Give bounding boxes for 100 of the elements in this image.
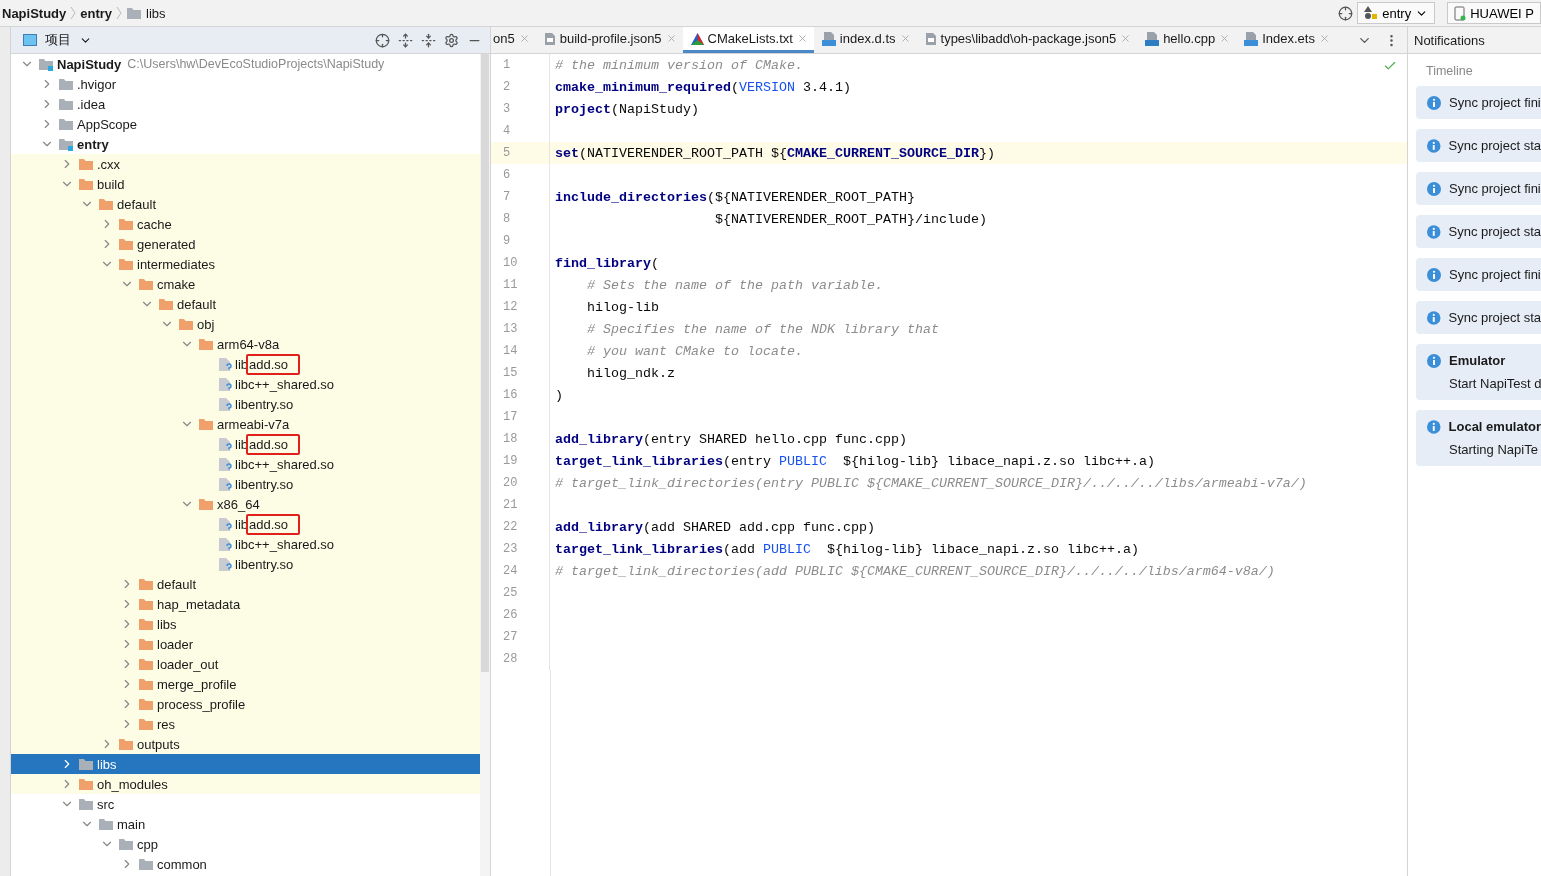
tree-item[interactable]: process_profile: [11, 694, 480, 714]
notification-card[interactable]: Emulator Start NapiTest d: [1416, 344, 1541, 400]
notification-card[interactable]: Sync project sta: [1416, 129, 1541, 162]
close-icon[interactable]: [665, 33, 677, 44]
tree-item[interactable]: entry: [11, 134, 480, 154]
editor-tab[interactable]: Index.ets: [1236, 27, 1336, 53]
target-icon[interactable]: [1338, 5, 1354, 21]
notification-card[interactable]: Sync project sta: [1416, 215, 1541, 248]
panel-title[interactable]: 项目: [45, 31, 71, 49]
file-icon: [1145, 31, 1160, 46]
notification-text: Sync project fini: [1449, 95, 1541, 110]
folder-icon: [118, 737, 134, 751]
tree-item[interactable]: x86_64: [11, 494, 480, 514]
tree-item[interactable]: .hvigor: [11, 74, 480, 94]
triangle-logo-icon: [690, 32, 704, 45]
tree-item[interactable]: outputs: [11, 734, 480, 754]
tree-item[interactable]: libentry.so: [11, 394, 480, 414]
code-line: # Sets the name of the path variable.: [586, 277, 883, 293]
expand-all-icon[interactable]: [398, 32, 413, 48]
settings-icon[interactable]: [444, 32, 459, 48]
tree-item[interactable]: libentry.so: [11, 554, 480, 574]
editor-tab[interactable]: index.d.ts: [813, 27, 917, 53]
notification-text: Sync project sta: [1448, 138, 1541, 153]
tree-item[interactable]: NapiStudy C:\Users\hw\DevEcoStudioProjects\NapiStudy: [11, 54, 480, 74]
tree-item[interactable]: cmake: [11, 274, 480, 294]
device-dropdown[interactable]: HUAWEI P: [1447, 2, 1541, 24]
tree-label: hap_metadata: [157, 596, 241, 612]
tree-item[interactable]: default: [11, 294, 480, 314]
line-number: 27: [491, 626, 550, 648]
code-line: find_library(: [555, 255, 659, 271]
folder-icon: [58, 117, 74, 131]
folder-icon: [118, 837, 134, 851]
info-icon: [1427, 181, 1441, 196]
close-icon[interactable]: [1219, 33, 1231, 44]
tree-item[interactable]: armeabi-v7a: [11, 414, 480, 434]
tree-item[interactable]: main: [11, 814, 480, 834]
tree-item[interactable]: cpp: [11, 834, 480, 854]
tree-item[interactable]: oh_modules: [11, 774, 480, 794]
close-icon[interactable]: [899, 33, 911, 44]
line-number: 28: [491, 648, 550, 670]
folder-icon: [78, 177, 94, 191]
tree-label: default: [117, 196, 157, 212]
tree-item[interactable]: src: [11, 794, 480, 814]
code-line: include_directories(${NATIVERENDER_ROOT_PATH}: [555, 189, 915, 205]
breadcrumb-item[interactable]: NapiStudy: [2, 5, 67, 21]
close-icon[interactable]: [1120, 33, 1132, 44]
tree-item[interactable]: intermediates: [11, 254, 480, 274]
editor-tab[interactable]: hello.cpp: [1137, 27, 1237, 53]
scrollbar[interactable]: [480, 54, 490, 876]
code-line: project(NapiStudy): [555, 101, 699, 117]
scroll-thumb[interactable]: [481, 54, 489, 672]
tree-item[interactable]: libc++_shared.so: [11, 374, 480, 394]
tree-item[interactable]: libc++_shared.so: [11, 534, 480, 554]
breadcrumb-item[interactable]: entry: [80, 5, 113, 21]
line-number: 6: [491, 164, 550, 186]
editor-tab[interactable]: on5: [491, 27, 536, 53]
tree-item[interactable]: loader: [11, 634, 480, 654]
line-number: 23: [491, 538, 550, 560]
tree-item[interactable]: loader_out: [11, 654, 480, 674]
tree-item[interactable]: obj: [11, 314, 480, 334]
tree-item[interactable]: libc++_shared.so: [11, 454, 480, 474]
tree-item[interactable]: default: [11, 574, 480, 594]
tree-item[interactable]: AppScope: [11, 114, 480, 134]
close-icon[interactable]: [796, 33, 808, 44]
tree-item[interactable]: arm64-v8a: [11, 334, 480, 354]
locate-icon[interactable]: [375, 32, 390, 48]
notification-text: Starting NapiTe: [1448, 442, 1539, 457]
breadcrumb-item[interactable]: libs: [146, 5, 166, 21]
tree-item[interactable]: libs: [11, 754, 480, 774]
file-icon: [218, 376, 232, 392]
close-icon[interactable]: [1318, 33, 1330, 44]
editor-tab[interactable]: types\libadd\oh-package.json5: [916, 27, 1138, 53]
editor-tab[interactable]: build-profile.json5: [535, 27, 683, 53]
folder-icon: [38, 57, 54, 71]
tree-item[interactable]: res: [11, 714, 480, 734]
tree-item[interactable]: common: [11, 854, 480, 874]
tree-label: loader: [157, 636, 194, 652]
tree-item[interactable]: .cxx: [11, 154, 480, 174]
tree-item[interactable]: default: [11, 194, 480, 214]
info-icon: [1427, 267, 1441, 282]
tree-item[interactable]: libentry.so: [11, 474, 480, 494]
notification-card[interactable]: Sync project fini: [1416, 258, 1541, 291]
tree-item[interactable]: libs: [11, 614, 480, 634]
notification-card[interactable]: Sync project fini: [1416, 86, 1541, 119]
editor-tab[interactable]: CMakeLists.txt: [682, 27, 814, 53]
line-number: 3: [491, 98, 550, 120]
tree-item[interactable]: hap_metadata: [11, 594, 480, 614]
collapse-all-icon[interactable]: [421, 32, 436, 48]
notification-card[interactable]: Sync project sta: [1416, 301, 1541, 334]
run-config-dropdown[interactable]: entry: [1357, 2, 1436, 24]
close-icon[interactable]: [518, 33, 530, 44]
tree-item[interactable]: cache: [11, 214, 480, 234]
tree-item[interactable]: merge_profile: [11, 674, 480, 694]
notification-card[interactable]: Local emulator Starting NapiTe: [1416, 410, 1541, 466]
section-label: Timeline: [1425, 63, 1474, 80]
tree-item[interactable]: .idea: [11, 94, 480, 114]
tree-item[interactable]: build: [11, 174, 480, 194]
notification-card[interactable]: Sync project fini: [1416, 172, 1541, 205]
notification-title: Emulator: [1449, 353, 1506, 368]
tree-item[interactable]: generated: [11, 234, 480, 254]
